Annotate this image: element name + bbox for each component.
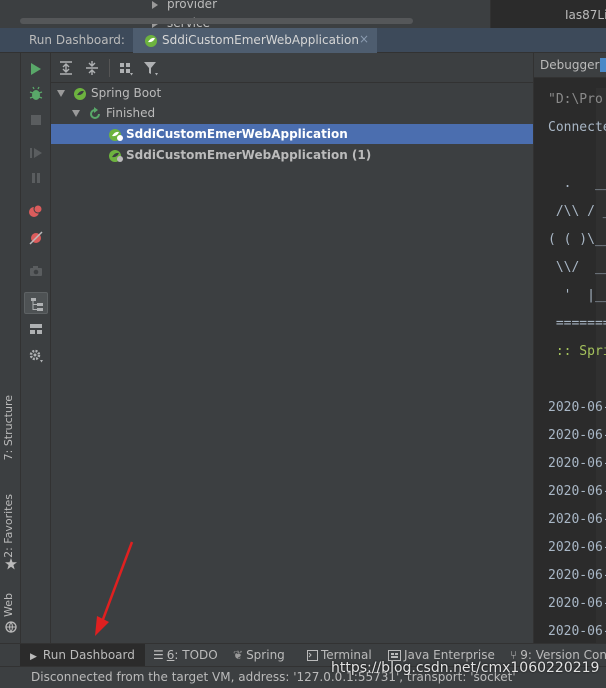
annotation-arrow bbox=[95, 541, 134, 636]
spring-app-icon bbox=[109, 128, 123, 141]
console-line: 2020-06- bbox=[548, 596, 606, 611]
collapse-arrow-icon[interactable] bbox=[57, 90, 65, 97]
tab-run-dashboard[interactable]: ▶ Run Dashboard bbox=[20, 644, 145, 667]
tab-web-label: Web bbox=[2, 593, 15, 617]
debugger-tabs: Debugger bbox=[534, 53, 606, 78]
camera-icon[interactable] bbox=[28, 263, 44, 279]
console-line: "D:\Pro bbox=[548, 92, 603, 107]
run-icon[interactable] bbox=[28, 61, 44, 77]
todo-list-icon: ☰ bbox=[153, 648, 164, 662]
watermark-text: https://blog.csdn.net/cmx1060220219 bbox=[331, 660, 600, 676]
mute-breakpoints-icon[interactable] bbox=[28, 230, 44, 246]
spring-app-icon bbox=[109, 149, 123, 162]
spring-boot-icon bbox=[74, 87, 86, 100]
console-line: ' |__ bbox=[548, 288, 606, 303]
group-by-icon[interactable] bbox=[118, 60, 134, 76]
tab-spring[interactable]: ❦ Spring bbox=[233, 648, 285, 662]
tab-web[interactable]: Web bbox=[2, 593, 15, 617]
tab-debugger[interactable]: Debugger bbox=[540, 58, 599, 72]
tool-window-header: Run Dashboard: SddiCustomEmerWebApplicat… bbox=[0, 28, 606, 53]
console-line: 2020-06- bbox=[548, 512, 606, 527]
tree-node-app[interactable]: SddiCustomEmerWebApplication (1) bbox=[108, 145, 371, 165]
star-icon bbox=[5, 558, 17, 570]
console-scrollbar[interactable] bbox=[596, 88, 606, 643]
tree-node-app[interactable]: SddiCustomEmerWebApplication bbox=[51, 124, 533, 144]
run-actions-toolbar bbox=[21, 53, 51, 643]
console-line: 2020-06- bbox=[548, 624, 606, 639]
console-line: 2020-06- bbox=[548, 428, 606, 443]
expand-arrow-icon[interactable] bbox=[152, 0, 158, 9]
breakpoints-icon[interactable] bbox=[28, 203, 44, 219]
dashboard-toolbar bbox=[51, 53, 533, 83]
spring-boot-icon bbox=[145, 35, 157, 47]
console-line: /\\ / _ bbox=[548, 204, 606, 219]
console-line: \\/ __ bbox=[548, 260, 606, 275]
tab-label: SddiCustomEmerWebApplication bbox=[162, 33, 359, 47]
ide-window: provider service Ias87Li Run Dashboard: … bbox=[0, 0, 606, 688]
terminal-icon bbox=[307, 650, 318, 661]
tree-view-icon bbox=[31, 298, 43, 311]
spring-leaf-icon: ❦ bbox=[233, 648, 244, 662]
console-line: Connecte bbox=[548, 120, 606, 135]
gear-icon[interactable] bbox=[28, 348, 44, 364]
console-line: . __ bbox=[548, 176, 606, 191]
tab-todo[interactable]: ☰ 6: TODO bbox=[153, 648, 218, 662]
tab-label: Run Dashboard bbox=[42, 648, 135, 662]
tree-node-label: SddiCustomEmerWebApplication bbox=[126, 127, 348, 141]
tab-structure[interactable]: 7: Structure bbox=[2, 395, 15, 460]
pause-icon[interactable] bbox=[28, 170, 44, 186]
layout-icon[interactable] bbox=[28, 321, 44, 337]
console-line: 2020-06- bbox=[548, 484, 606, 499]
collapse-all-icon[interactable] bbox=[84, 60, 100, 76]
tree-node-finished[interactable]: Finished bbox=[72, 103, 155, 123]
play-icon: ▶ bbox=[30, 652, 37, 662]
tree-item-label: provider bbox=[167, 0, 217, 11]
tree-node-label: Spring Boot bbox=[91, 86, 162, 100]
console-line: 2020-06- bbox=[548, 540, 606, 555]
tab-label: : TODO bbox=[174, 648, 218, 662]
filter-icon[interactable] bbox=[143, 60, 159, 76]
console-line: 2020-06- bbox=[548, 456, 606, 471]
left-tool-strip: 7: Structure 2: Favorites Web bbox=[0, 53, 21, 665]
stop-icon[interactable] bbox=[28, 112, 44, 128]
close-icon[interactable]: × bbox=[359, 32, 369, 46]
console-line: ( ( )\__ bbox=[548, 232, 606, 247]
console-line: 2020-06- bbox=[548, 400, 606, 415]
tab-sddi-app[interactable]: SddiCustomEmerWebApplication × bbox=[133, 28, 377, 53]
tool-window-title: Run Dashboard: bbox=[29, 33, 125, 47]
console-line: ======== bbox=[555, 316, 606, 331]
tree-view-toggle[interactable] bbox=[24, 292, 48, 314]
console-tab-icon[interactable] bbox=[600, 58, 606, 72]
expand-all-icon[interactable] bbox=[58, 60, 74, 76]
console-line: :: Spri bbox=[548, 344, 606, 359]
editor-tab-label: Ias87Li bbox=[565, 8, 606, 22]
resume-icon[interactable] bbox=[28, 145, 44, 161]
tab-label: Spring bbox=[246, 648, 285, 662]
debugger-panel: Debugger "D:\Pro Connecte . __ /\\ / _ (… bbox=[533, 53, 606, 643]
debug-icon[interactable] bbox=[28, 86, 44, 102]
tree-item-provider[interactable]: provider bbox=[152, 0, 217, 11]
tab-favorites-label: 2: Favorites bbox=[2, 494, 15, 558]
horizontal-scrollbar[interactable] bbox=[20, 18, 413, 24]
tab-favorites[interactable]: 2: Favorites bbox=[2, 494, 15, 558]
console-line: 2020-06- bbox=[548, 568, 606, 583]
rerun-icon bbox=[90, 106, 100, 119]
tree-node-label: SddiCustomEmerWebApplication (1) bbox=[126, 148, 372, 162]
tree-node-label: Finished bbox=[106, 106, 156, 120]
tree-node-spring-boot[interactable]: Spring Boot bbox=[57, 83, 161, 103]
collapse-arrow-icon[interactable] bbox=[72, 110, 80, 117]
toolbar-divider bbox=[109, 59, 110, 77]
globe-icon bbox=[5, 621, 17, 633]
editor-tab-fragment[interactable]: Ias87Li bbox=[490, 0, 606, 28]
tab-structure-label: 7: Structure bbox=[2, 395, 15, 461]
